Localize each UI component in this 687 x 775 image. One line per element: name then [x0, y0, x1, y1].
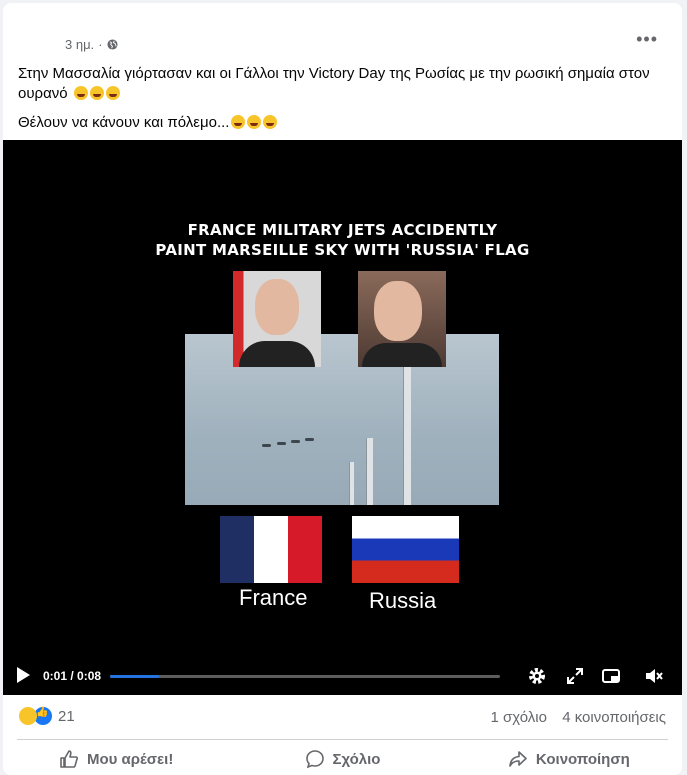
post-timestamp[interactable]: 3 ημ.: [65, 37, 94, 52]
gear-icon[interactable]: [527, 666, 547, 686]
video-time: 0:01 / 0:08: [43, 669, 102, 683]
video-headline: FRANCE MILITARY JETS ACCIDENTLY PAINT MA…: [155, 221, 530, 259]
divider: [17, 739, 668, 740]
france-flag: [220, 516, 322, 583]
haha-reaction-icon: [19, 707, 37, 725]
mute-icon[interactable]: [644, 666, 664, 686]
comments-count[interactable]: 1 σχόλιο: [491, 709, 547, 726]
shares-count[interactable]: 4 κοινοποιήσεις: [562, 709, 666, 726]
portrait-right: [358, 271, 446, 367]
comment-button-label: Σχόλιο: [332, 750, 381, 768]
jet-shape: [305, 438, 314, 441]
more-options-icon[interactable]: •••: [636, 29, 658, 50]
reaction-stats: 21 1 σχόλιο 4 κοινοποιήσεις: [3, 703, 682, 731]
jet-shape: [291, 440, 300, 443]
comment-button[interactable]: Σχόλιο: [229, 743, 455, 775]
post-text-line1: Στην Μασσαλία γιόρτασαν και οι Γάλλοι τη…: [18, 65, 650, 102]
globe-icon: [106, 39, 118, 50]
meta-separator: ·: [98, 37, 103, 52]
video-controls: 0:01 / 0:08: [3, 660, 682, 690]
post-card: 3 ημ. · ••• Στην Μασσαλία γιόρτασαν και …: [3, 3, 682, 775]
reactions-count: 21: [58, 707, 75, 725]
share-icon: [509, 751, 527, 767]
jet-shape: [262, 444, 271, 447]
post-text: Στην Μασσαλία γιόρτασαν και οι Γάλλοι τη…: [18, 64, 668, 142]
grin-emoji-icon: [263, 115, 278, 129]
rofl-emoji-icon: [73, 86, 88, 100]
post-text-line2: Θέλουν να κάνουν και πόλεμο...: [18, 113, 668, 133]
fullscreen-icon[interactable]: [565, 666, 585, 686]
picture-in-picture-icon[interactable]: [601, 666, 621, 686]
comment-icon: [305, 750, 324, 769]
grin-emoji-icon: [105, 86, 120, 100]
post-meta: 3 ημ. ·: [65, 37, 118, 52]
france-label: France: [239, 585, 308, 610]
grin-emoji-icon: [231, 115, 246, 129]
mast-pole: [349, 462, 354, 505]
jet-shape: [277, 442, 286, 445]
video-progress-fill: [110, 675, 159, 678]
action-bar: Μου αρέσει! Σχόλιο Κοινοποίηση: [3, 743, 682, 775]
share-button-label: Κοινοποίηση: [535, 750, 630, 768]
play-icon[interactable]: [17, 667, 30, 683]
reactions-summary[interactable]: 21: [19, 707, 75, 725]
portrait-left: [233, 271, 321, 367]
video-progress-track[interactable]: [110, 675, 500, 678]
like-button[interactable]: Μου αρέσει!: [3, 743, 229, 775]
thumbs-up-icon: [60, 750, 78, 768]
video-player[interactable]: FRANCE MILITARY JETS ACCIDENTLY PAINT MA…: [3, 140, 682, 695]
mast-pole: [403, 364, 411, 505]
russia-flag: [352, 516, 459, 583]
russia-label: Russia: [369, 588, 437, 613]
like-button-label: Μου αρέσει!: [86, 750, 174, 768]
grin-emoji-icon: [247, 115, 262, 129]
share-button[interactable]: Κοινοποίηση: [456, 743, 682, 775]
joy-emoji-icon: [89, 86, 104, 100]
mast-pole: [366, 438, 373, 505]
